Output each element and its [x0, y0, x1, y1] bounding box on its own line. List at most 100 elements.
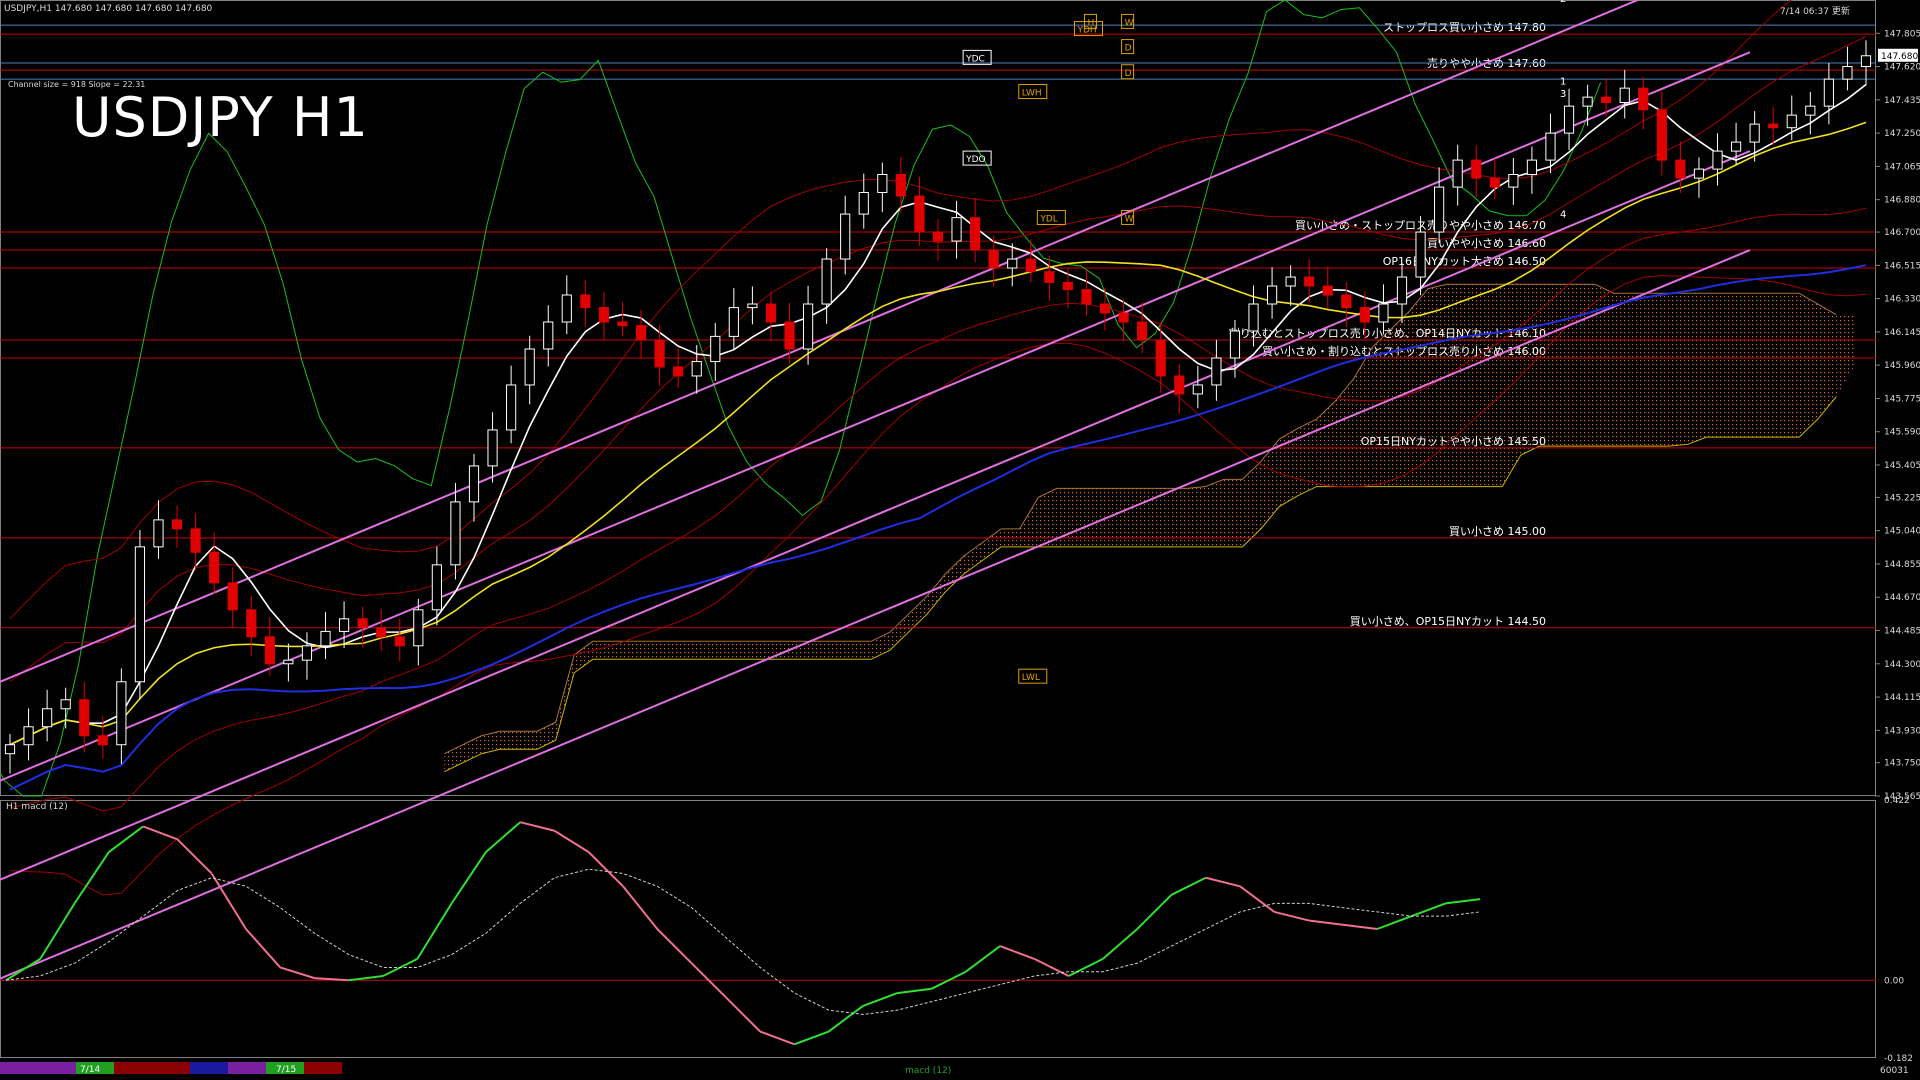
candle-body — [1378, 303, 1389, 323]
kumo-segment — [963, 542, 983, 574]
price-tick-label: 146.700 — [1884, 228, 1920, 238]
time-strip-block — [152, 1062, 190, 1074]
candle-body — [79, 699, 90, 737]
candle-body — [784, 321, 795, 350]
current-price-label: 147.680 — [1881, 52, 1918, 62]
candle-body — [1619, 87, 1630, 104]
price-tick-label: 146.145 — [1884, 328, 1920, 338]
time-axis-label: 7/14 — [80, 1065, 100, 1075]
price-tick-label: 146.330 — [1884, 295, 1920, 305]
candle-body — [747, 303, 758, 309]
kumo-segment — [667, 641, 686, 660]
candle-body — [1805, 105, 1816, 116]
candle-body — [654, 339, 665, 368]
macd-tick-label: 0.422 — [1884, 796, 1910, 806]
candle-body — [357, 618, 368, 629]
kumo-segment — [1483, 284, 1503, 487]
time-strip-block — [0, 1062, 38, 1074]
badge-label: LWL — [1022, 673, 1040, 683]
candle-body — [1563, 105, 1575, 134]
macd-segment — [1342, 923, 1378, 930]
macd-segment — [1411, 902, 1447, 918]
macd-tick-label: 0.00 — [1884, 976, 1904, 986]
candle-body — [1192, 384, 1203, 395]
macd-segment — [588, 851, 624, 887]
macd-segment — [828, 1005, 864, 1033]
price-tick-label: 147.435 — [1884, 96, 1920, 106]
kumo-segment — [555, 654, 575, 741]
candle-body — [914, 195, 925, 233]
kumo-segment — [722, 641, 742, 660]
candle-body — [227, 582, 238, 611]
candle-body — [1786, 114, 1797, 129]
candle-body — [524, 348, 535, 386]
candle-body — [338, 618, 350, 632]
candle-body — [376, 627, 387, 638]
candle-body — [1730, 141, 1742, 152]
channel-label: 3 — [1560, 89, 1566, 100]
chart-canvas[interactable]: 147.805 147.620 147.435 147.250 147.065 146.8… — [0, 0, 1920, 1080]
kumo-segment — [1632, 293, 1651, 447]
macd-segment — [794, 1030, 830, 1046]
kumo-segment — [1205, 479, 1224, 547]
candle-body — [1099, 303, 1111, 314]
candle-body — [42, 708, 53, 728]
macd-segment — [1205, 876, 1241, 888]
kumo-segment — [1762, 293, 1781, 438]
badge-label: D — [1125, 69, 1132, 79]
macd-segment — [1308, 919, 1344, 926]
candle-body — [1304, 276, 1315, 287]
candle-body — [413, 609, 424, 647]
kumo-segment — [1780, 293, 1800, 438]
candle-body — [1452, 159, 1463, 188]
candle-body — [802, 303, 814, 350]
candle-body — [1137, 321, 1148, 341]
kumo-segment — [1557, 284, 1577, 447]
candle-body — [1638, 87, 1649, 111]
candle-body — [1118, 312, 1129, 323]
candle-body — [153, 519, 164, 548]
level-annotation: 買い小さめ 145.00 — [1449, 525, 1546, 538]
macd-segment — [553, 829, 590, 853]
candle-body — [728, 307, 739, 337]
time-strip-block — [190, 1062, 228, 1074]
kumo-segment — [518, 731, 538, 750]
candle-body — [1434, 186, 1445, 233]
kumo-segment — [1724, 293, 1744, 438]
candle-body — [468, 465, 480, 503]
candle-body — [617, 321, 628, 327]
kumo-segment — [1019, 497, 1039, 547]
candle-body — [1174, 375, 1185, 395]
price-tick-label: 144.855 — [1884, 560, 1920, 570]
channel-info: Channel size = 918 Slope = 22.31 — [8, 80, 146, 89]
kumo-segment — [926, 573, 946, 615]
candle-body — [4, 744, 16, 755]
status-right: 60031 — [1880, 1066, 1909, 1076]
kumo-segment — [1446, 284, 1466, 487]
price-tick-label: 145.590 — [1884, 428, 1920, 438]
kumo-segment — [629, 641, 649, 660]
macd-segment — [1068, 958, 1104, 977]
candle-body — [765, 303, 777, 323]
candle-body — [1489, 177, 1500, 188]
candle-body — [598, 307, 610, 323]
macd-segment — [725, 996, 761, 1033]
price-tick-label: 145.405 — [1884, 461, 1920, 471]
candle-body — [246, 609, 257, 638]
level-annotation: 買い小さめ・割り込むとストップロス売り小さめ 146.00 — [1262, 344, 1546, 358]
candle-body — [1842, 66, 1853, 80]
candle-body — [858, 191, 869, 215]
channel-label: 2 — [1560, 0, 1566, 5]
price-tick-label: 144.300 — [1884, 660, 1920, 670]
price-tick-label: 145.040 — [1884, 527, 1920, 537]
kumo-segment — [945, 555, 964, 592]
kumo-segment — [1242, 461, 1261, 547]
candle-body — [543, 321, 554, 350]
kumo-segment — [499, 731, 519, 750]
candle-body — [988, 249, 999, 269]
candle-body — [506, 384, 517, 431]
candle-body — [970, 217, 981, 251]
badge-label: H — [1087, 18, 1094, 28]
candle-body — [840, 213, 851, 260]
candle-body — [635, 325, 647, 341]
